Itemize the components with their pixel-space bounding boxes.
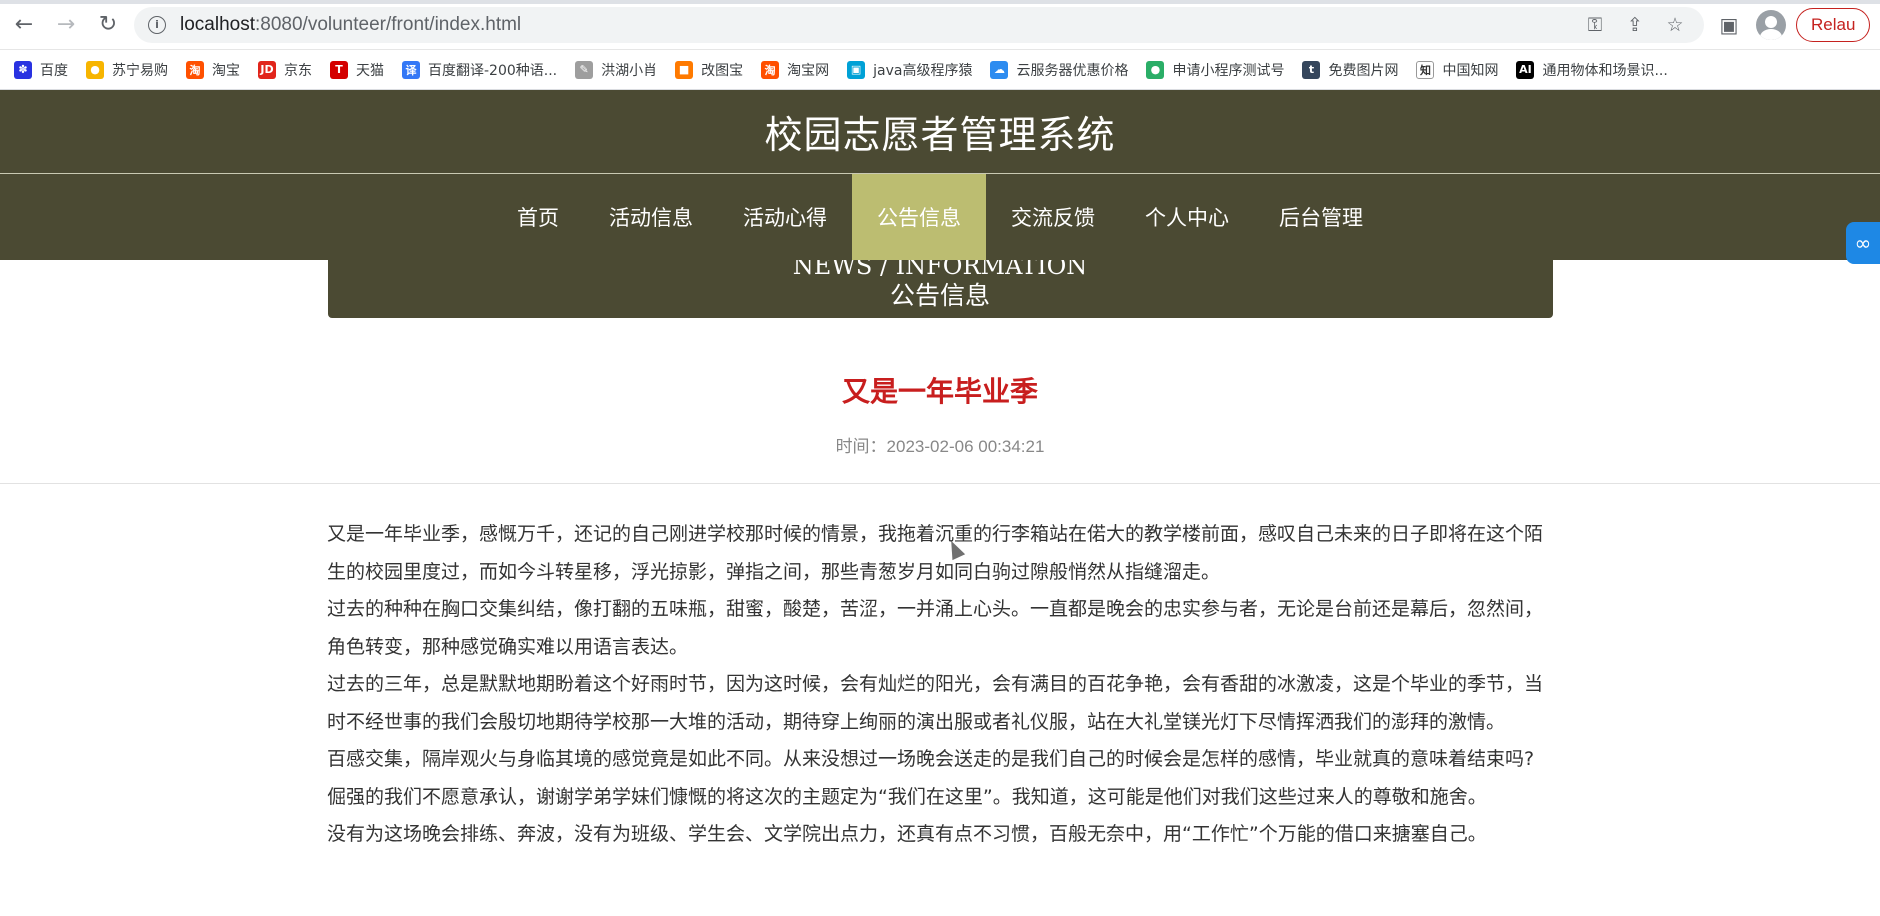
url-path: :8080/volunteer/front/index.html [255,13,522,35]
tab-strip [0,0,1880,4]
bookmark-item[interactable]: t 免费图片网 [1302,60,1398,80]
bookmark-label: 改图宝 [701,62,744,79]
bookmarks-bar: ✽ 百度 ● 苏宁易购淘淘宝 JD 京东 T 天猫译百度翻译-200种语... ✎ 洪湖小肖 ■ 改图… [0,50,1880,90]
nav-item[interactable]: 首页 [492,174,584,260]
bookmark-label: 京东 [284,62,312,79]
bookmark-item[interactable]: ✎ 洪湖小肖 [575,60,657,80]
ai-icon: AI [1516,60,1535,79]
bookmark-item[interactable]: ● 申请小程序测试号 [1146,60,1284,80]
bookmark-item[interactable]: JD 京东 [258,60,312,80]
bookmark-item[interactable]: AI 通用物体和场景识... [1516,60,1668,80]
bookmark-label: 淘宝 [212,62,240,79]
nav-item[interactable]: 个人中心 [1120,174,1254,260]
profile-avatar-icon[interactable] [1756,9,1786,40]
bookmark-item[interactable]: 淘淘宝 [186,60,240,80]
tmall-icon: T [330,60,348,79]
reload-icon[interactable]: ↻ [90,7,126,43]
url-text[interactable]: localhost:8080/volunteer/front/index.htm… [180,14,1570,36]
address-bar[interactable]: i localhost:8080/volunteer/front/index.h… [134,6,1704,43]
bookmark-item[interactable]: ■ 改图宝 [675,60,743,80]
bookmark-label: 天猫 [356,62,384,79]
bookmark-item[interactable]: ☁ 云服务器优惠价格 [990,60,1128,80]
forward-arrow-icon[interactable]: → [48,7,84,43]
share-icon[interactable]: ⇪ [1620,10,1650,40]
wechat-icon: ● [1146,60,1165,79]
bookmark-label: 申请小程序测试号 [1172,62,1285,79]
bookmark-label: 免费图片网 [1328,62,1399,79]
baidu-icon: ✽ [14,60,32,79]
article-title: 又是一年毕业季 [841,375,1038,408]
bookmark-label: 通用物体和场景识... [1542,62,1668,79]
article-paragraph: 过去的三年，总是默默地期盼着这个好雨时节，因为这时候，会有灿烂的阳光，会有满目的… [327,673,1544,733]
tumblr-icon: t [1302,60,1321,79]
side-panel-icon[interactable]: ▣ [1712,8,1746,42]
bookmark-label: 洪湖小肖 [601,62,658,79]
article-body: 又是一年毕业季，感慨万千，还记的自己刚进学校那时候的情景，我拖着沉重的行李箱站在… [327,516,1553,854]
section-banner: NEWS / INFORMATION 公告信息 [327,260,1553,318]
bookmark-label: 百度 [40,62,68,79]
nav-item[interactable]: 后台管理 [1254,174,1388,260]
bookmark-item[interactable]: ● 苏宁易购 [86,60,168,80]
bookmark-label: 云服务器优惠价格 [1016,62,1129,79]
bookmark-item[interactable]: 淘淘宝网 [761,60,829,80]
relaunch-button[interactable]: Relau [1796,7,1871,42]
cloud-icon: ☁ [990,60,1009,79]
translate-icon: 译 [402,60,420,79]
url-host: localhost [180,13,255,35]
bookmark-item[interactable]: T 天猫 [330,60,384,80]
article-paragraph: 过去的种种在胸口交集纠结，像打翻的五味瓶，甜蜜，酸楚，苦涩，一并涌上心头。一直都… [327,598,1544,658]
suning-icon: ● [86,60,104,79]
gaitubao-icon: ■ [675,60,694,79]
divider [0,483,1880,484]
site-info-icon[interactable]: i [148,15,166,34]
bilibili-icon: ▣ [847,60,866,79]
bookmark-item[interactable]: 译百度翻译-200种语... [402,60,557,80]
baidu-netdisk-float-icon[interactable]: ∞ [1846,222,1880,264]
nav-item[interactable]: 公告信息 [852,174,986,260]
article-paragraph: 没有为这场晚会排练、奔波，没有为班级、学生会、文学院出点力，还真有点不习惯，百般… [327,823,1487,845]
back-arrow-icon[interactable]: ← [6,7,42,43]
taobao-icon: 淘 [186,60,204,79]
bookmark-label: 百度翻译-200种语... [428,62,558,79]
bookmark-label: 淘宝网 [787,62,830,79]
hunghu-icon: ✎ [575,60,594,79]
article-time: 时间：2023-02-06 00:34:21 [835,437,1045,456]
site-header: 校园志愿者管理系统 [0,90,1880,174]
banner-chinese-title: 公告信息 [889,281,990,310]
bookmark-item[interactable]: ✽ 百度 [14,60,68,80]
star-icon[interactable]: ☆ [1660,10,1690,40]
nav-item[interactable]: 活动心得 [718,174,852,260]
browser-toolbar: ← → ↻ i localhost:8080/volunteer/front/i… [0,0,1880,50]
key-icon[interactable]: ⚿ [1580,10,1610,40]
jd-icon: JD [258,60,276,79]
article-paragraph: 又是一年毕业季，感慨万千，还记的自己刚进学校那时候的情景，我拖着沉重的行李箱站在… [327,523,1544,583]
bookmark-label: java高级程序猿 [873,62,973,79]
bookmark-label: 苏宁易购 [112,62,168,79]
main-nav: 首页 活动信息 活动心得 公告信息 交流反馈 个人中心 后台管理 [0,174,1880,260]
nav-item[interactable]: 活动信息 [584,174,718,260]
bookmark-item[interactable]: 知中国知网 [1416,60,1498,80]
bookmark-item[interactable]: ▣ java高级程序猿 [847,60,972,80]
site-title: 校园志愿者管理系统 [764,113,1116,157]
nav-item[interactable]: 交流反馈 [986,174,1120,260]
taobaowang-icon: 淘 [761,60,780,79]
article-paragraph: 百感交集，隔岸观火与身临其境的感觉竟是如此不同。从来没想过一场晚会送走的是我们自… [327,748,1535,808]
bookmark-label: 中国知网 [1442,62,1499,79]
cnki-icon: 知 [1416,60,1435,79]
